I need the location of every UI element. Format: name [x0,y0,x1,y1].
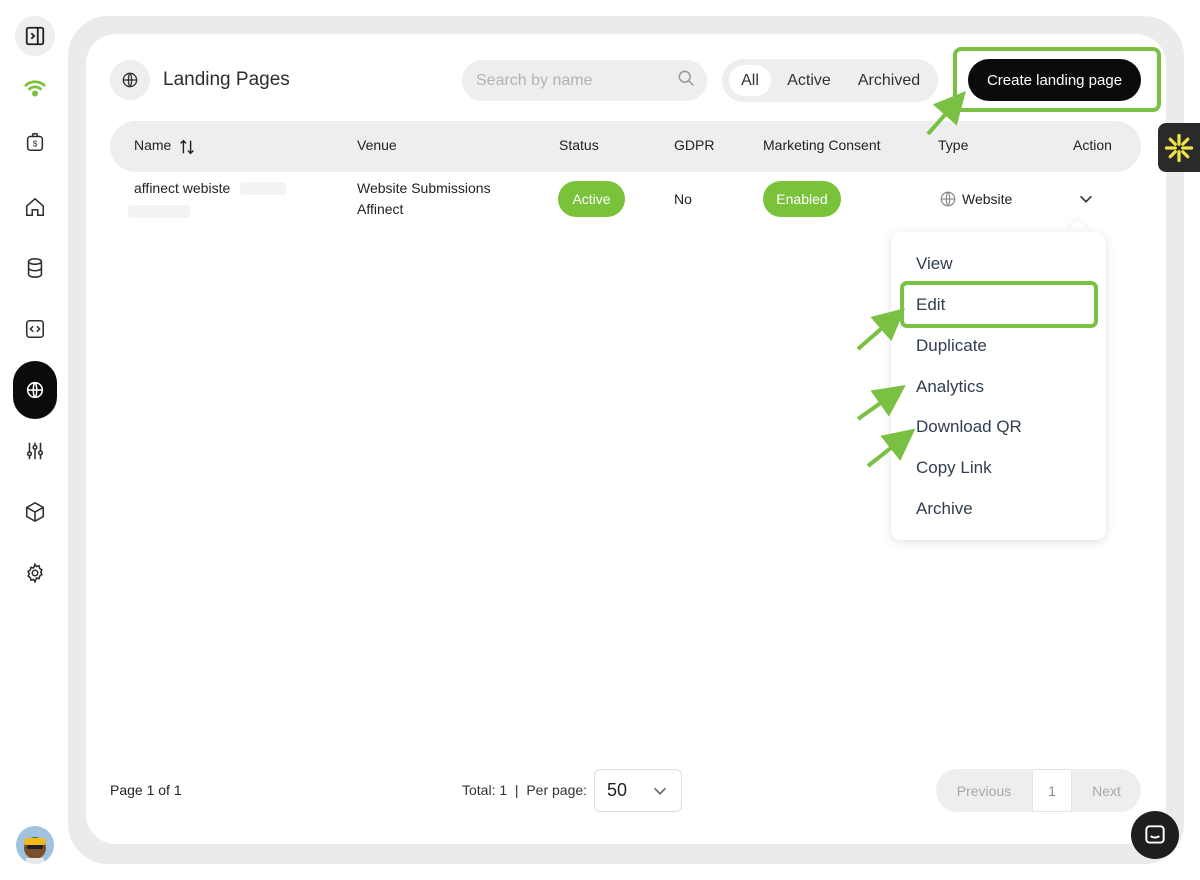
sliders-icon[interactable] [13,431,57,471]
table-header [110,121,1141,172]
create-landing-page-button[interactable]: Create landing page [968,59,1141,101]
col-action: Action [1073,137,1112,153]
search-icon[interactable] [676,68,696,93]
cube-icon[interactable] [13,492,57,532]
code-icon[interactable] [13,309,57,349]
menu-item-view[interactable]: View [916,254,953,274]
total-per-page-label: Total: 1 | Per page: [462,782,588,798]
redacted-text [240,182,286,195]
gear-icon[interactable] [13,553,57,593]
avatar[interactable] [16,826,54,864]
home-icon[interactable] [13,187,57,227]
previous-button[interactable]: Previous [936,769,1032,812]
row-venue-line1: Website Submissions [357,180,491,196]
row-venue-line2: Affinect [357,201,404,217]
col-status: Status [559,137,599,153]
wifi-logo-icon[interactable] [13,68,57,108]
page-info: Page 1 of 1 [110,782,182,798]
panel-toggle-icon[interactable] [15,16,55,56]
menu-item-analytics[interactable]: Analytics [916,377,984,397]
page-title: Landing Pages [163,69,290,90]
svg-text:$: $ [33,140,38,149]
col-venue: Venue [357,137,397,153]
col-name[interactable]: Name [134,137,171,153]
filter-active[interactable]: Active [777,65,841,96]
next-button[interactable]: Next [1072,769,1141,812]
row-type: Website [962,191,1013,207]
menu-item-copy-link[interactable]: Copy Link [916,458,992,478]
search-input[interactable]: Search by name [462,60,707,101]
money-bag-icon[interactable]: $ [13,122,57,162]
pagination: Previous 1 Next [936,769,1141,812]
globe-icon[interactable] [13,361,57,419]
chevron-down-icon[interactable] [651,782,669,805]
filter-all[interactable]: All [729,65,771,96]
filter-archived[interactable]: Archived [846,65,932,96]
status-badge: Active [558,181,625,217]
database-icon[interactable] [13,248,57,288]
chevron-down-icon[interactable] [1077,190,1095,213]
sort-icon[interactable] [178,138,196,159]
asterisk-widget-icon[interactable] [1158,123,1200,172]
row-name[interactable]: affinect webiste [134,178,230,199]
status-filter: All Active Archived [722,59,938,102]
consent-badge: Enabled [763,181,841,217]
sidebar: $ [0,0,68,880]
menu-item-duplicate[interactable]: Duplicate [916,336,987,356]
row-gdpr: No [674,191,692,207]
chat-icon[interactable] [1131,811,1179,859]
globe-icon [110,60,150,100]
redacted-text [128,205,190,218]
col-gdpr: GDPR [674,137,715,153]
col-marketing-consent: Marketing Consent [763,137,881,153]
menu-item-edit[interactable]: Edit [916,295,945,315]
type-globe-icon [939,190,957,214]
menu-item-download-qr[interactable]: Download QR [916,417,1022,437]
col-type: Type [938,137,969,153]
menu-item-archive[interactable]: Archive [916,499,973,519]
page-number[interactable]: 1 [1032,769,1072,812]
